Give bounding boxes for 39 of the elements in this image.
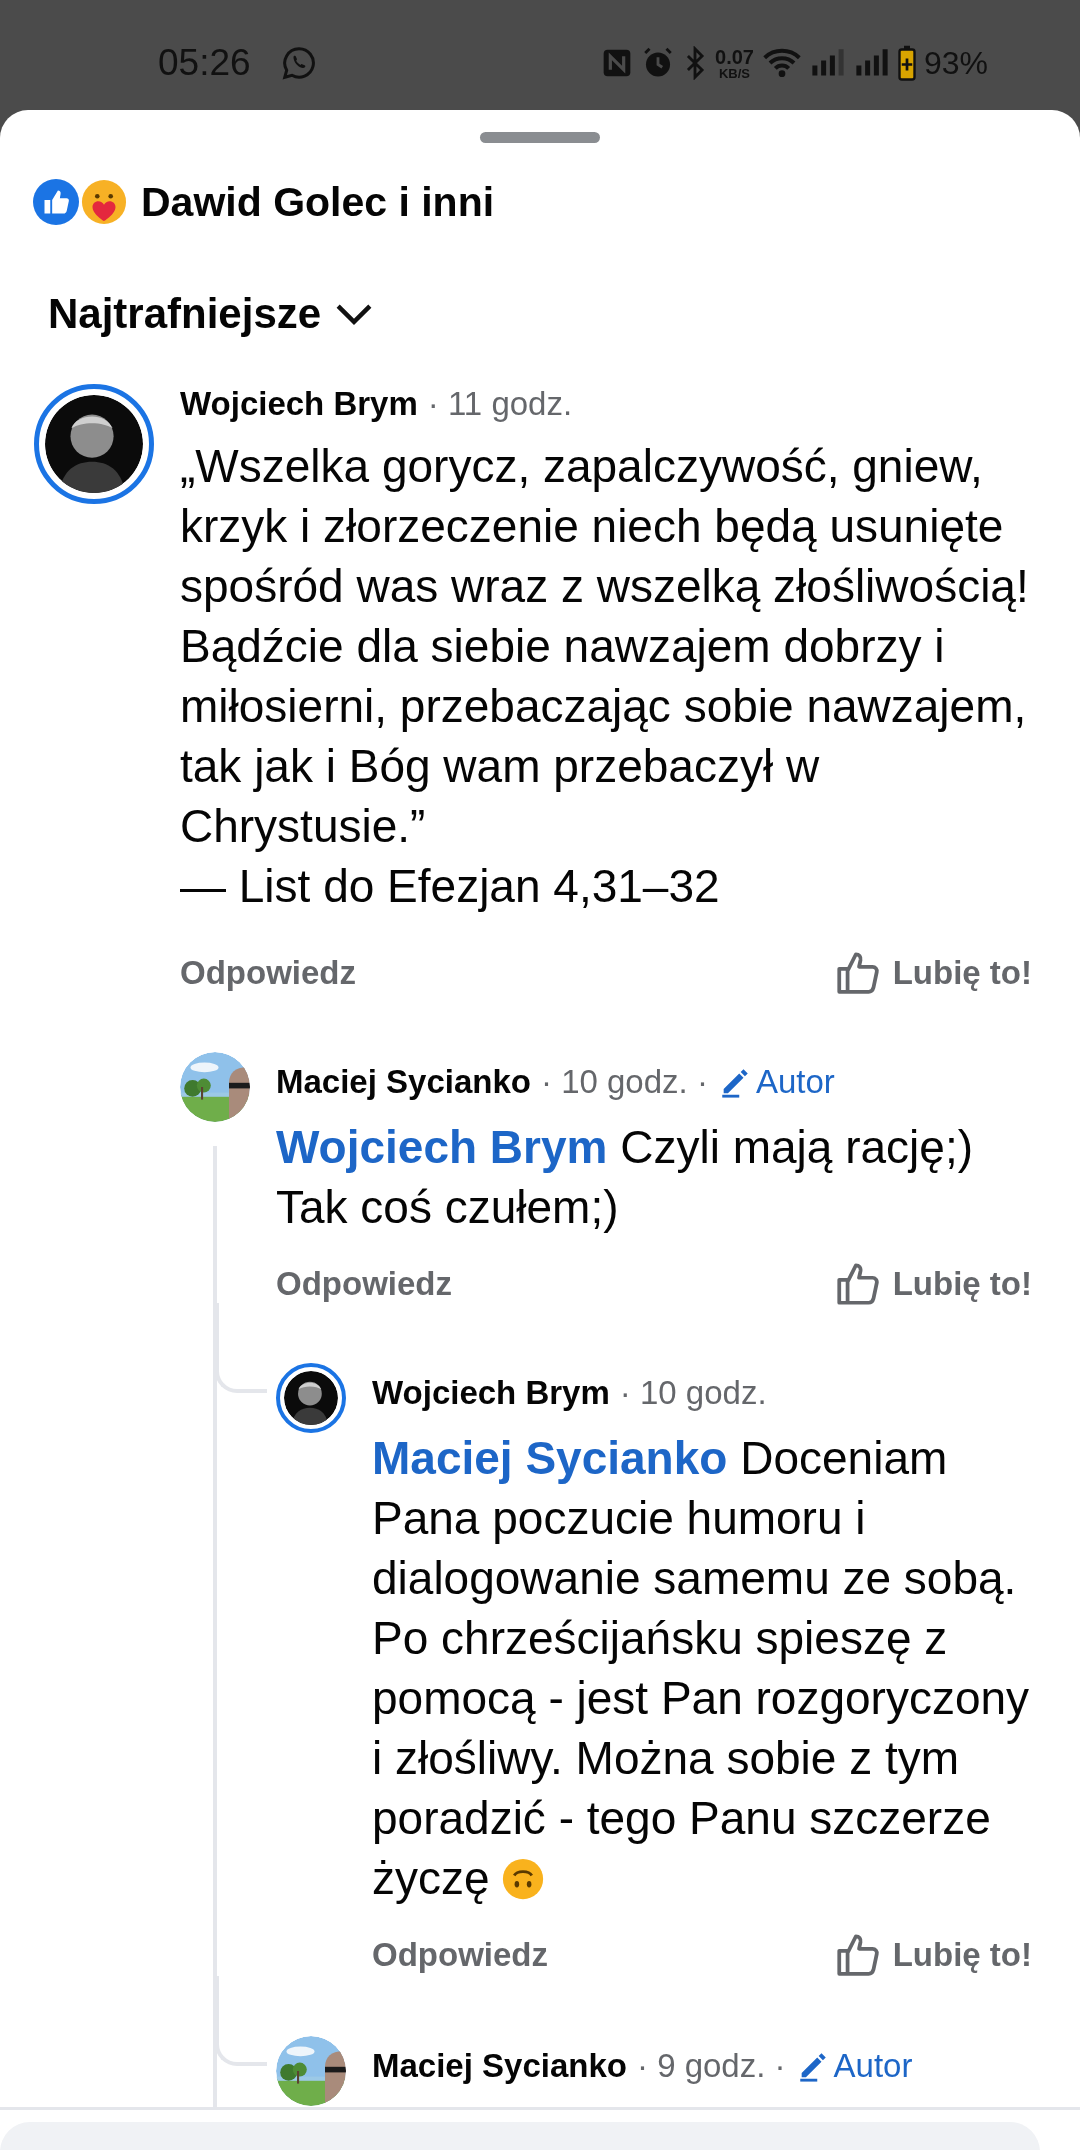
chat-bubble-icon (280, 45, 317, 81)
comment-time: · 9 godz. · (636, 2046, 786, 2086)
mention-link[interactable]: Wojciech Brym (276, 1121, 608, 1173)
author-label: Autor (833, 2046, 913, 2086)
author-label: Autor (755, 1062, 835, 1102)
comment-time: · 10 godz. · (540, 1062, 708, 1102)
comment-text: Maciej Sycianko Doceniam Pana poczucie humoru i dialogowanie samemu ze sobą. Po chrześcijańsku spieszę z pomocą - jest Pan rozgoryczony i złośliwy. Można sobie z tym poradzić - tego Panu szczerze życzę (372, 1431, 1031, 1906)
reply-button[interactable]: Odpowiedz (180, 950, 356, 996)
comment-time: · 10 godz. (619, 1373, 767, 1413)
comment-time: · 11 godz. (427, 384, 573, 424)
comment-author[interactable]: Maciej Sycianko (276, 1062, 531, 1102)
reply-button[interactable]: Odpowiedz (372, 1932, 548, 1978)
avatar-frame[interactable] (276, 2036, 346, 2106)
network-speed: 0.07 (715, 46, 754, 67)
clock-time: 05:26 (158, 42, 251, 84)
mention-link[interactable]: Maciej Sycianko (372, 1432, 728, 1484)
speed-unit: KB/S (718, 66, 750, 80)
comment-author[interactable]: Wojciech Brym (180, 384, 418, 424)
comment-author[interactable]: Wojciech Brym (372, 1373, 610, 1413)
like-button[interactable]: Lubię to! (832, 948, 1032, 998)
battery-icon (897, 45, 916, 81)
wifi-icon (761, 47, 802, 79)
care-reaction-icon (81, 179, 127, 225)
reply-button[interactable]: Odpowiedz (276, 1261, 452, 1307)
avatar-frame[interactable] (180, 1052, 250, 1122)
reactors-label[interactable]: Dawid Golec i inni (141, 177, 495, 227)
battery-percent: 93% (923, 44, 988, 82)
like-button[interactable]: Lubię to! (832, 1930, 1032, 1980)
drag-handle[interactable] (480, 132, 600, 143)
nfc-icon (601, 47, 633, 79)
comment-text: „Wszelka gorycz, zapalczywość, gniew, krzyk i złorzeczenie niech będą usunięte spośród was wraz z wszelką złośliwością! Bądźcie dla siebie nawzajem dobrzy i miłosierni, przebaczając sobie nawzajem, tak jak i Bóg wam przebaczył w Chrystusie.” — List do Efezjan 4,31–32 (180, 439, 1030, 914)
signal-icon (853, 48, 890, 78)
comment-author[interactable]: Maciej Sycianko (372, 2046, 627, 2086)
sort-dropdown[interactable]: Najtrafniejsze (48, 289, 374, 339)
signal-icon (809, 48, 846, 78)
chevron-down-icon (335, 302, 374, 326)
like-reaction-icon (33, 179, 79, 225)
comment-text: Wojciech Brym Czyli mają rację;) Tak coś czułem;) (276, 1120, 974, 1235)
like-button[interactable]: Lubię to! (832, 1259, 1032, 1309)
